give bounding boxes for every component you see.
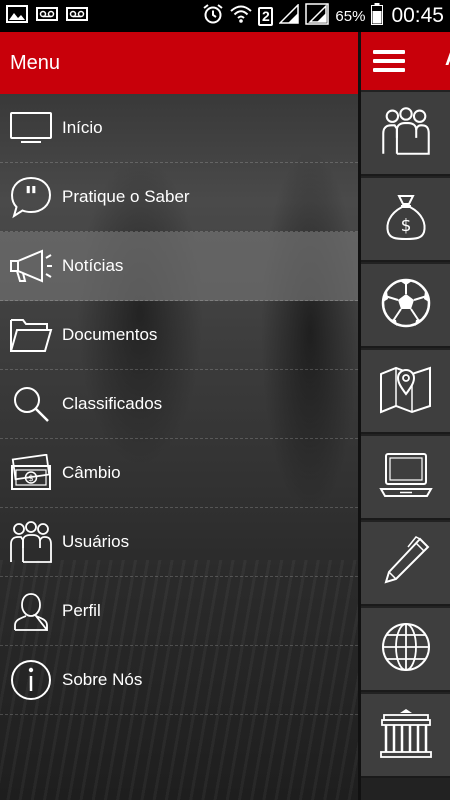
- hamburger-menu-icon[interactable]: [373, 45, 405, 77]
- rail-item-map[interactable]: [361, 350, 450, 434]
- signal-icon: [278, 2, 300, 29]
- rail-item-write[interactable]: [361, 522, 450, 606]
- laptop-icon: [378, 451, 434, 504]
- sim-slot-badge: 2: [258, 6, 274, 26]
- menu-item-pratique-o-saber[interactable]: " Pratique o Saber: [0, 163, 358, 232]
- app-title-fragment: A: [445, 48, 450, 71]
- menu-item-noticias[interactable]: Notícias: [0, 232, 358, 301]
- quote-bubble-icon: ": [0, 163, 62, 232]
- menu-item-label: Câmbio: [62, 463, 121, 482]
- svg-text:$: $: [28, 474, 34, 484]
- app-bar: A: [361, 32, 450, 90]
- menu-list: Início " Pratique o Saber Notícias Docum…: [0, 94, 358, 715]
- signal-icon: [305, 2, 330, 30]
- megaphone-icon: [0, 232, 62, 301]
- money-bills-icon: $: [0, 439, 62, 508]
- menu-item-cambio[interactable]: $ Câmbio: [0, 439, 358, 508]
- search-icon: [0, 370, 62, 439]
- rail-item-users[interactable]: [361, 92, 450, 176]
- image-notification-icon: [6, 4, 28, 28]
- svg-text:": ": [24, 182, 38, 212]
- menu-item-perfil[interactable]: Perfil: [0, 577, 358, 646]
- rail-item-travel[interactable]: [361, 694, 450, 778]
- users-icon: [381, 106, 431, 161]
- menu-item-sobre-nos[interactable]: Sobre Nós: [0, 646, 358, 715]
- menu-item-label: Classificados: [62, 394, 163, 413]
- info-icon: [0, 646, 62, 715]
- menu-item-label: Pratique o Saber: [62, 187, 190, 206]
- menu-item-label: Início: [62, 118, 103, 137]
- folder-icon: [0, 301, 62, 370]
- voicemail-icon: [36, 6, 58, 26]
- status-bar: 2 65% 00:45: [0, 0, 450, 32]
- menu-item-classificados[interactable]: Classificados: [0, 370, 358, 439]
- menu-item-label: Notícias: [62, 256, 124, 275]
- globe-icon: [380, 621, 432, 678]
- menu-item-documentos[interactable]: Documentos: [0, 301, 358, 370]
- wifi-icon: [230, 4, 253, 29]
- alarm-icon: [202, 3, 224, 30]
- voicemail-icon: [66, 6, 88, 26]
- soccer-ball-icon: [380, 277, 432, 334]
- svg-text:$: $: [400, 216, 411, 236]
- category-rail: A $: [358, 32, 450, 800]
- menu-item-usuarios[interactable]: Usuários: [0, 508, 358, 577]
- menu-item-label: Perfil: [62, 601, 101, 620]
- navigation-drawer: Menu Início " Pratique o Saber Notícias …: [0, 32, 358, 800]
- rail-item-world[interactable]: [361, 608, 450, 692]
- clock: 00:45: [391, 4, 444, 27]
- menu-item-label: Documentos: [62, 325, 158, 344]
- pen-icon: [380, 535, 432, 592]
- map-pin-icon: [378, 364, 434, 419]
- rail-item-money[interactable]: $: [361, 178, 450, 262]
- drawer-title: Menu: [0, 32, 358, 94]
- tv-icon: [0, 94, 62, 163]
- menu-item-inicio[interactable]: Início: [0, 94, 358, 163]
- users-icon: [0, 508, 62, 577]
- menu-item-label: Sobre Nós: [62, 670, 143, 689]
- rail-item-sports[interactable]: [361, 264, 450, 348]
- battery-percent: 65%: [335, 7, 366, 25]
- monument-gate-icon: [378, 707, 434, 764]
- person-icon: [0, 577, 62, 646]
- money-bag-icon: $: [383, 192, 429, 247]
- battery-icon: [371, 2, 384, 30]
- rail-item-tech[interactable]: [361, 436, 450, 520]
- menu-item-label: Usuários: [62, 532, 130, 551]
